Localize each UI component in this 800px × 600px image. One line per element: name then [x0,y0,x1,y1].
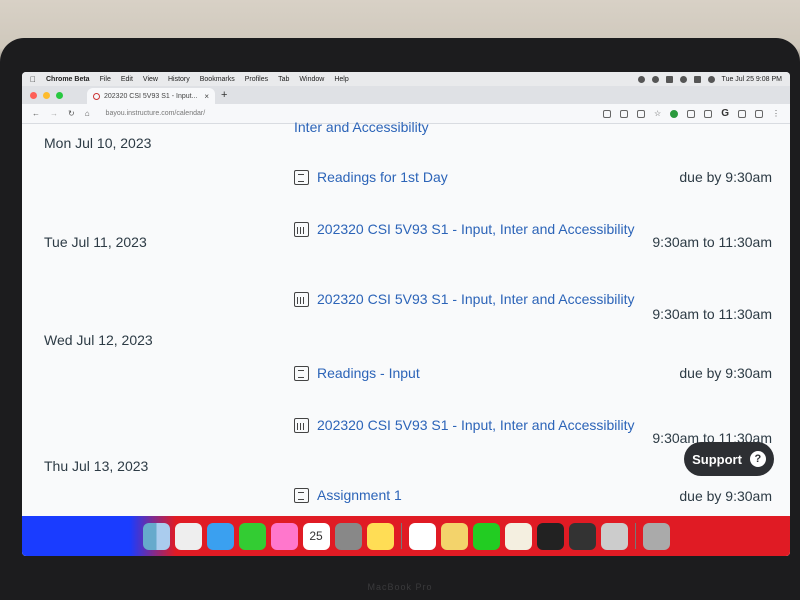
agenda-item-partial[interactable]: Inter and Accessibility [294,118,774,137]
assignment-icon [294,170,309,185]
agenda-item-title[interactable]: Readings for 1st Day [317,169,448,185]
menu-history[interactable]: History [168,76,190,83]
canvas-favicon-icon [93,92,100,100]
cast-icon[interactable] [603,109,612,118]
agenda-item-time: due by 9:30am [679,169,772,185]
url-field[interactable]: bayou.instructure.com/calendar/ [106,110,206,117]
calendar-icon[interactable]: 25 [302,522,330,550]
extension-icon[interactable] [687,109,696,118]
day-heading: Thu Jul 13, 2023 [44,458,149,474]
menu-edit[interactable]: Edit [121,76,133,83]
dock-separator [400,523,402,549]
agenda-item-time: due by 9:30am [679,488,772,504]
menu-clock[interactable]: Tue Jul 25 9:08 PM [722,76,782,83]
launchpad-icon[interactable] [174,522,202,550]
sync-status-icon[interactable] [651,75,659,83]
status-area: Tue Jul 25 9:08 PM [637,75,782,83]
profile-icon[interactable] [755,109,763,118]
zoom-icon[interactable] [620,109,629,118]
share-icon[interactable] [637,109,646,118]
menu-view[interactable]: View [143,76,158,83]
preview-icon[interactable] [600,522,628,550]
battery-icon[interactable] [693,75,701,83]
reload-icon[interactable]: ↻ [68,109,75,118]
menu-bookmarks[interactable]: Bookmarks [200,76,235,83]
chrome-icon[interactable] [408,522,436,550]
day-heading: Mon Jul 10, 2023 [44,135,152,151]
agenda-item-time: 9:30am to 11:30am [652,234,772,250]
wechat-status-icon[interactable] [637,75,645,83]
back-icon[interactable]: ← [32,109,40,118]
support-button[interactable]: Support ? [684,442,774,476]
agenda-item-title[interactable]: Assignment 1 [317,487,402,503]
tab-title: 202320 CSI 5V93 S1 - Input... [104,92,198,100]
agenda-item-title[interactable]: 202320 CSI 5V93 S1 - Input, Inter and Ac… [317,291,635,307]
menu-tab[interactable]: Tab [278,76,289,83]
wechat-icon[interactable] [472,522,500,550]
copy-icon[interactable] [704,109,713,118]
calendar-event-icon [294,292,309,307]
calendar-event-icon [294,222,309,237]
home-icon[interactable]: ⌂ [85,109,90,118]
agenda-item-title[interactable]: Inter and Accessibility [294,119,429,135]
pencil-app-icon[interactable] [504,522,532,550]
forward-icon[interactable]: → [50,109,58,118]
sublime-icon[interactable] [568,522,596,550]
bookmark-star-icon[interactable]: ☆ [654,109,661,118]
wifi-icon[interactable] [679,75,687,83]
new-tab-button[interactable]: + [221,89,227,101]
screen:  Chrome Beta File Edit View History Boo… [22,72,790,556]
menu-bar:  Chrome Beta File Edit View History Boo… [22,72,790,86]
minimize-window-button[interactable] [43,91,50,99]
agenda-item-title[interactable]: 202320 CSI 5V93 S1 - Input, Inter and Ac… [317,221,635,237]
menu-app-name[interactable]: Chrome Beta [46,76,90,83]
calendar-event-icon [294,418,309,433]
tab-bar: 202320 CSI 5V93 S1 - Input... × + [22,86,790,104]
safari-icon[interactable] [206,522,234,550]
extension-shield-icon[interactable] [670,109,679,118]
notes-icon[interactable] [366,522,394,550]
sidebar-icon[interactable] [738,109,746,118]
menu-help[interactable]: Help [334,76,348,83]
help-icon: ? [749,451,766,467]
agenda-item-time: 9:30am to 11:30am [652,306,772,322]
assignment-icon [294,366,309,381]
agenda-item-title[interactable]: Readings - Input [317,365,420,381]
laptop-label: MacBook Pro [367,582,433,592]
agenda-list: Inter and Accessibility Mon Jul 10, 2023… [22,119,790,556]
agenda-item-title[interactable]: 202320 CSI 5V93 S1 - Input, Inter and Ac… [317,417,635,433]
assignment-icon [294,488,309,503]
dock: 25 [22,516,790,556]
agenda-item-time: due by 9:30am [679,365,772,381]
messages-icon[interactable] [238,522,266,550]
trash-icon[interactable] [642,522,670,550]
browser-tab[interactable]: 202320 CSI 5V93 S1 - Input... × [87,88,215,104]
system-settings-icon[interactable] [334,522,362,550]
menu-file[interactable]: File [100,76,111,83]
search-icon[interactable] [707,75,715,83]
menu-kebab-icon[interactable]: ⋮ [772,109,780,118]
zoom-window-button[interactable] [56,91,63,99]
stickies-icon[interactable] [440,522,468,550]
tab-close-icon[interactable]: × [204,92,209,101]
finder-icon[interactable] [142,522,170,550]
close-window-button[interactable] [30,91,37,99]
menu-window[interactable]: Window [299,76,324,83]
dock-separator [634,523,636,549]
support-label: Support [692,451,742,467]
day-heading: Tue Jul 11, 2023 [44,234,147,250]
input-source-icon[interactable] [665,75,673,83]
day-heading: Wed Jul 12, 2023 [44,332,153,348]
terminal-icon[interactable] [536,522,564,550]
menu-profiles[interactable]: Profiles [245,76,268,83]
apple-icon[interactable]:  [30,75,36,84]
photos-icon[interactable] [270,522,298,550]
